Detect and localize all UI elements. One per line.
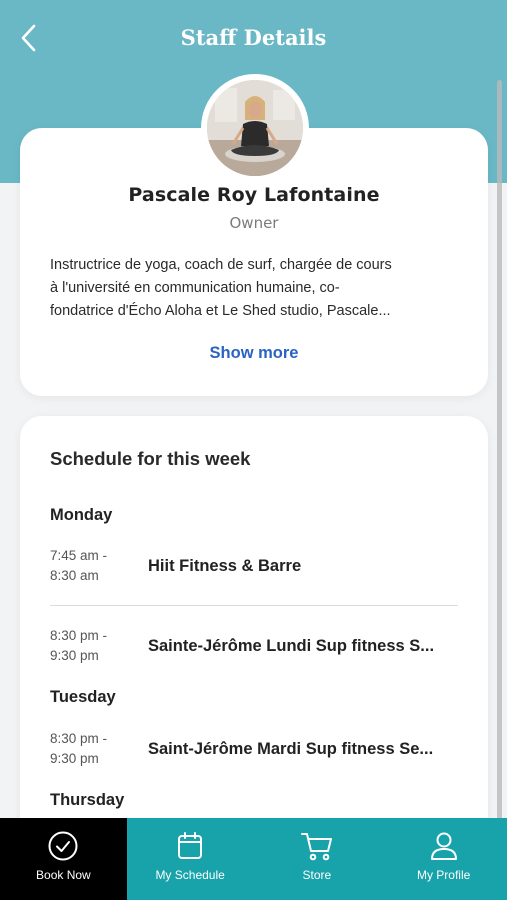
- bio-line: fondatrice d'Écho Aloha et Le Shed studi…: [50, 303, 391, 319]
- class-start-time: 8:30 pm -: [50, 731, 108, 746]
- bio-line: à l'université en communication humaine,…: [50, 280, 340, 296]
- tab-label: My Profile: [416, 868, 471, 882]
- tab-label: Store: [302, 868, 332, 882]
- tab-book-now[interactable]: Book Now: [0, 818, 127, 900]
- class-start-time: 8:30 pm -: [50, 628, 108, 643]
- class-time: 8:30 pm - 9:30 pm: [50, 729, 130, 769]
- staff-bio: Instructrice de yoga, coach de surf, cha…: [50, 254, 460, 323]
- class-name-link[interactable]: Saint-Jérôme Mardi Sup fitness Se...: [148, 740, 460, 759]
- class-end-time: 9:30 pm: [50, 751, 99, 766]
- class-end-time: 9:30 pm: [50, 648, 99, 663]
- class-time: 8:30 pm - 9:30 pm: [50, 626, 130, 666]
- tab-label: My Schedule: [155, 868, 225, 882]
- tab-label: Book Now: [36, 868, 91, 882]
- staff-name: Pascale Roy Lafontaine: [128, 184, 380, 206]
- day-label-tuesday: Tuesday: [50, 688, 116, 706]
- tab-store[interactable]: Store: [254, 818, 381, 900]
- person-icon: [430, 832, 457, 860]
- scrollbar[interactable]: [497, 80, 502, 820]
- class-name-link[interactable]: Sainte-Jérôme Lundi Sup fitness S...: [148, 637, 460, 656]
- schedule-card: Schedule for this week Monday 7:45 am - …: [20, 416, 488, 846]
- staff-photo-illustration: [207, 80, 303, 176]
- page-title: Staff Details: [180, 25, 327, 50]
- class-start-time: 7:45 am -: [50, 548, 108, 563]
- staff-photo: [207, 80, 303, 176]
- avatar: [201, 74, 309, 182]
- class-end-time: 8:30 am: [50, 568, 99, 583]
- tab-my-profile[interactable]: My Profile: [380, 818, 507, 900]
- calendar-icon: [178, 832, 203, 859]
- bio-line: Instructrice de yoga, coach de surf, cha…: [50, 257, 392, 273]
- staff-role: Owner: [229, 214, 279, 232]
- cart-icon: [300, 833, 332, 861]
- tab-my-schedule[interactable]: My Schedule: [127, 818, 254, 900]
- divider: [50, 605, 458, 606]
- show-more-link[interactable]: Show more: [20, 344, 488, 363]
- day-label-thursday: Thursday: [50, 791, 125, 809]
- class-name-link[interactable]: Hiit Fitness & Barre: [148, 557, 460, 576]
- check-circle-icon: [48, 831, 78, 861]
- class-time: 7:45 am - 8:30 am: [50, 546, 130, 586]
- schedule-title: Schedule for this week: [50, 448, 251, 469]
- day-label-monday: Monday: [50, 506, 113, 524]
- bottom-tab-bar: Book Now My Schedule Store My Profile: [0, 818, 507, 900]
